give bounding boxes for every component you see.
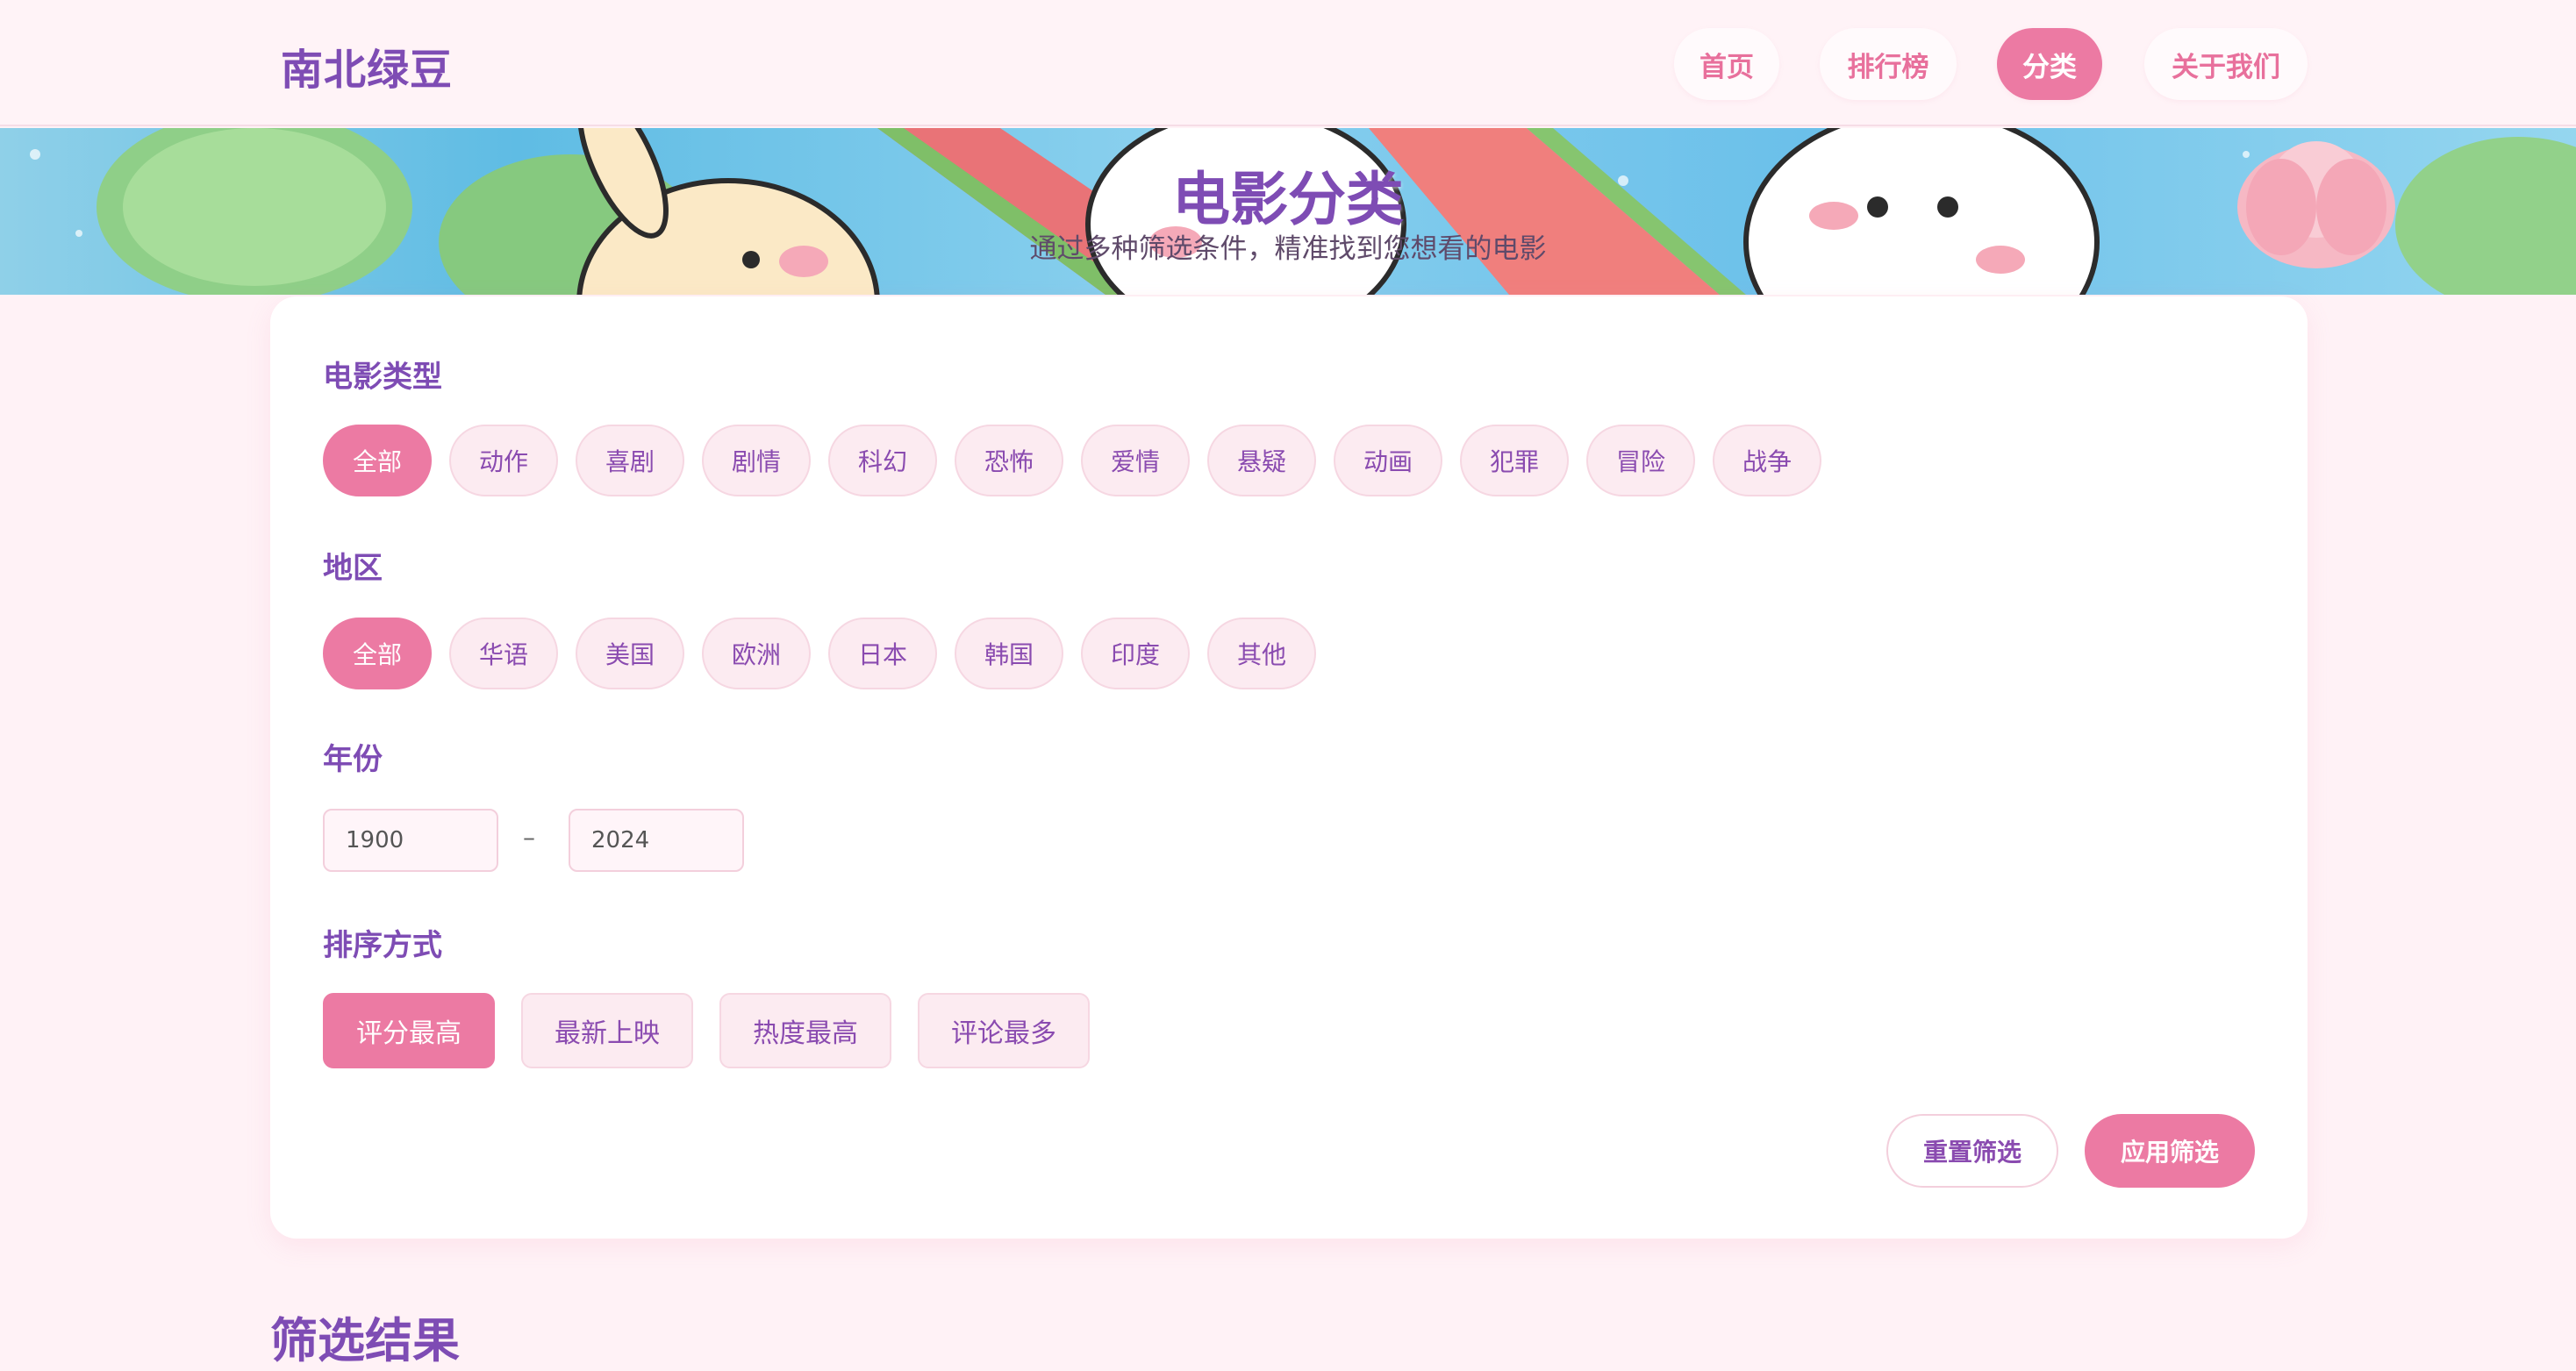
filter-panel: 电影类型 全部 动作 喜剧 剧情 科幻 恐怖 爱情 悬疑 动画 犯罪 冒险 战争…	[270, 296, 2308, 1239]
page-title: 电影分类	[1172, 166, 1404, 233]
region-chip-chinese[interactable]: 华语	[449, 618, 558, 689]
sort-most-reviewed-button[interactable]: 评论最多	[918, 993, 1090, 1068]
genre-chip-mystery[interactable]: 悬疑	[1207, 425, 1316, 496]
genre-chip-animation[interactable]: 动画	[1334, 425, 1442, 496]
genre-chip-scifi[interactable]: 科幻	[828, 425, 937, 496]
genre-chip-war[interactable]: 战争	[1713, 425, 1821, 496]
year-from-input[interactable]	[323, 809, 498, 872]
year-range-separator: –	[523, 823, 535, 852]
genre-chip-drama[interactable]: 剧情	[702, 425, 811, 496]
region-chip-japan[interactable]: 日本	[828, 618, 937, 689]
genre-chip-romance[interactable]: 爱情	[1081, 425, 1190, 496]
category-banner: 电影分类 通过多种筛选条件，精准找到您想看的电影	[0, 128, 2576, 295]
genre-chip-action[interactable]: 动作	[449, 425, 558, 496]
region-chip-all[interactable]: 全部	[323, 618, 432, 689]
genre-chip-crime[interactable]: 犯罪	[1460, 425, 1569, 496]
region-chip-korea[interactable]: 韩国	[955, 618, 1063, 689]
genre-chip-all[interactable]: 全部	[323, 425, 432, 496]
site-logo[interactable]: 南北绿豆	[281, 35, 453, 96]
page-subtitle: 通过多种筛选条件，精准找到您想看的电影	[1029, 233, 1547, 265]
nav-ranking[interactable]: 排行榜	[1820, 28, 1957, 100]
year-section-title: 年份	[323, 742, 383, 777]
nav-categories[interactable]: 分类	[1997, 28, 2102, 100]
sort-section-title: 排序方式	[323, 928, 442, 963]
region-section-title: 地区	[323, 551, 383, 586]
year-to-input[interactable]	[569, 809, 744, 872]
region-chip-europe[interactable]: 欧洲	[702, 618, 811, 689]
results-section-title: 筛选结果	[270, 1313, 460, 1368]
genre-section-title: 电影类型	[323, 360, 442, 395]
genre-chip-horror[interactable]: 恐怖	[955, 425, 1063, 496]
region-chip-other[interactable]: 其他	[1207, 618, 1316, 689]
region-chip-india[interactable]: 印度	[1081, 618, 1190, 689]
region-chip-usa[interactable]: 美国	[576, 618, 684, 689]
top-navigation-bar: 南北绿豆 首页 排行榜 分类 关于我们	[0, 0, 2576, 126]
sort-newest-button[interactable]: 最新上映	[521, 993, 693, 1068]
genre-chip-adventure[interactable]: 冒险	[1586, 425, 1695, 496]
sort-top-rated-button[interactable]: 评分最高	[323, 993, 495, 1068]
genre-chip-comedy[interactable]: 喜剧	[576, 425, 684, 496]
nav-about-us[interactable]: 关于我们	[2144, 28, 2308, 100]
sort-most-popular-button[interactable]: 热度最高	[719, 993, 891, 1068]
apply-filters-button[interactable]: 应用筛选	[2085, 1114, 2255, 1188]
nav-home[interactable]: 首页	[1674, 28, 1779, 100]
reset-filters-button[interactable]: 重置筛选	[1886, 1114, 2058, 1188]
